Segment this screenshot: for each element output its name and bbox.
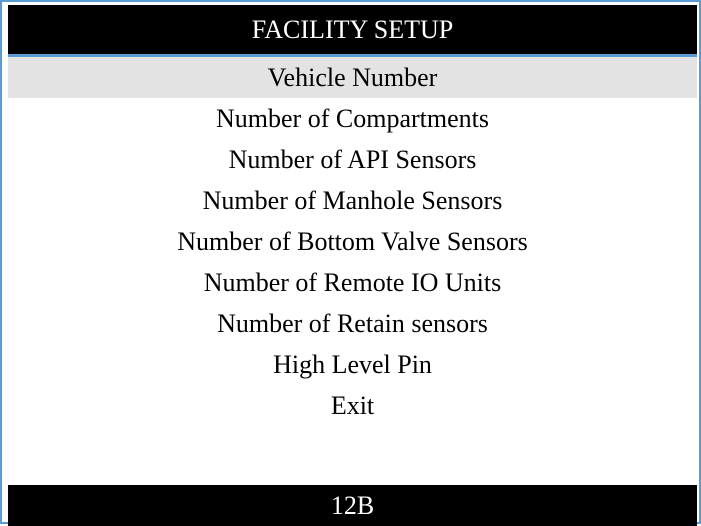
menu-item-high-level-pin[interactable]: High Level Pin — [8, 344, 697, 385]
menu-item-number-of-bottom-valve-sensors[interactable]: Number of Bottom Valve Sensors — [8, 221, 697, 262]
facility-setup-screen: FACILITY SETUP Vehicle Number Number of … — [0, 0, 701, 526]
page-title: FACILITY SETUP — [8, 5, 697, 54]
menu-item-number-of-compartments[interactable]: Number of Compartments — [8, 98, 697, 139]
menu-item-number-of-remote-io-units[interactable]: Number of Remote IO Units — [8, 262, 697, 303]
menu-item-vehicle-number[interactable]: Vehicle Number — [8, 57, 697, 98]
menu-item-number-of-retain-sensors[interactable]: Number of Retain sensors — [8, 303, 697, 344]
menu-item-exit[interactable]: Exit — [8, 385, 697, 426]
menu-item-number-of-manhole-sensors[interactable]: Number of Manhole Sensors — [8, 180, 697, 221]
status-bar: 12B — [8, 485, 697, 526]
menu-item-number-of-api-sensors[interactable]: Number of API Sensors — [8, 139, 697, 180]
setup-menu: Vehicle Number Number of Compartments Nu… — [8, 57, 697, 426]
